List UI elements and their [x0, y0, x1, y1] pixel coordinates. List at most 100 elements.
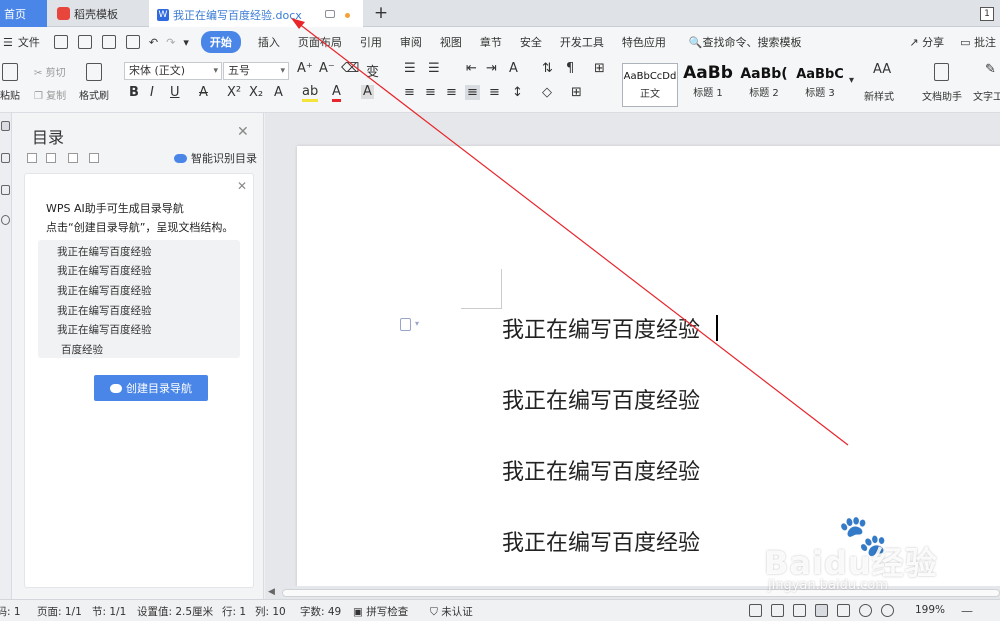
redo-icon[interactable]: ↷ — [162, 36, 179, 49]
menu-chapter[interactable]: 章节 — [471, 34, 511, 50]
strikethrough-icon[interactable]: A — [199, 85, 208, 100]
scrollbar-thumb[interactable] — [282, 589, 1000, 597]
zoom-out-icon[interactable]: — — [961, 604, 973, 618]
text-direction-icon[interactable]: A — [509, 61, 518, 76]
font-name-select[interactable]: 宋体 (正文) — [124, 62, 222, 80]
shading-icon[interactable]: ◇ — [542, 85, 552, 100]
toc-add-icon[interactable] — [68, 153, 78, 163]
nav-pages-icon[interactable] — [1, 185, 10, 195]
save-icon[interactable] — [53, 35, 68, 49]
menu-icon[interactable]: ☰ — [0, 36, 16, 49]
cut-button[interactable]: ✂ 剪切 — [34, 64, 66, 79]
bullet-list-icon[interactable]: ☰ — [404, 61, 416, 76]
status-word-count[interactable]: 字数: 49 — [300, 604, 341, 619]
align-right-icon[interactable]: ≡ — [446, 85, 457, 100]
superscript-icon[interactable]: X² — [227, 85, 241, 100]
toc-remove-icon[interactable] — [89, 153, 99, 163]
paste-icon[interactable] — [2, 63, 18, 81]
menu-review[interactable]: 审阅 — [391, 34, 431, 50]
status-col[interactable]: 列: 10 — [255, 604, 286, 619]
window-count-badge[interactable]: 1 — [980, 6, 994, 21]
text-tools-icon[interactable]: ✎ — [985, 62, 996, 77]
doc-assistant-label[interactable]: 文档助手 — [922, 88, 962, 103]
outline-view-icon[interactable] — [837, 604, 850, 617]
undo-icon[interactable]: ↶ — [145, 36, 162, 49]
menu-page-layout[interactable]: 页面布局 — [289, 34, 351, 50]
table-grid-icon[interactable]: ⊞ — [594, 61, 605, 76]
format-painter-icon[interactable] — [86, 63, 102, 81]
status-page-num[interactable]: 页码: 1 — [0, 604, 21, 619]
line-spacing-icon[interactable]: ↕ — [512, 85, 523, 100]
doc-line[interactable]: 我正在编写百度经验 — [502, 525, 700, 557]
status-section[interactable]: 节: 1/1 — [92, 604, 126, 619]
export-icon[interactable] — [125, 35, 140, 49]
paste-label[interactable]: 粘贴 — [0, 87, 20, 102]
status-pages[interactable]: 页面: 1/1 — [37, 604, 82, 619]
menu-insert[interactable]: 插入 — [249, 34, 289, 50]
style-heading2[interactable]: AaBb( 标题 2 — [736, 63, 792, 107]
status-setting[interactable]: 设置值: 2.5厘米 — [137, 604, 213, 619]
clear-format-icon[interactable]: ⌫ — [341, 61, 359, 76]
create-toc-button[interactable]: 创建目录导航 — [94, 375, 208, 401]
nav-search-icon[interactable] — [1, 215, 10, 225]
print-icon[interactable] — [101, 35, 116, 49]
copy-button[interactable]: ❐ 复制 — [34, 87, 66, 102]
menu-developer[interactable]: 开发工具 — [551, 34, 613, 50]
close-icon[interactable]: ✕ — [237, 179, 247, 193]
spell-check-button[interactable]: ▣ 拼写检查 — [353, 604, 408, 619]
new-style-icon[interactable]: AA — [873, 62, 891, 77]
align-justify-icon[interactable]: ≡ — [465, 85, 480, 100]
menu-start[interactable]: 开始 — [200, 31, 241, 53]
menu-view[interactable]: 视图 — [431, 34, 471, 50]
menu-file[interactable]: 文件 — [16, 34, 49, 50]
eye-protect-icon[interactable] — [881, 604, 894, 617]
font-color-icon[interactable]: A — [332, 85, 341, 102]
close-icon[interactable]: ✕ — [237, 124, 249, 140]
read-mode-icon[interactable] — [771, 604, 784, 617]
fullscreen-icon[interactable] — [749, 604, 762, 617]
document-page[interactable]: ▾ 我正在编写百度经验 我正在编写百度经验 我正在编写百度经验 我正在编写百度经… — [297, 146, 1000, 599]
paragraph-icon[interactable] — [400, 318, 411, 331]
style-normal[interactable]: AaBbCcDd 正文 — [622, 63, 678, 107]
smart-recognize-button[interactable]: 智能识别目录 — [174, 150, 257, 166]
style-heading3[interactable]: AaBbC 标题 3 — [792, 63, 848, 107]
doc-line[interactable]: 我正在编写百度经验 — [502, 383, 700, 415]
menu-security[interactable]: 安全 — [511, 34, 551, 50]
web-view-icon[interactable] — [859, 604, 872, 617]
underline-icon[interactable]: U — [170, 85, 180, 100]
tab-template[interactable]: 稻壳模板 — [47, 0, 147, 27]
status-row[interactable]: 行: 1 — [222, 604, 246, 619]
tab-document[interactable]: W 我正在编写百度经验.docx — [149, 0, 363, 27]
bold-icon[interactable]: B — [129, 85, 139, 100]
display-icon[interactable] — [325, 10, 335, 18]
show-marks-icon[interactable]: ¶ — [566, 61, 574, 76]
new-style-label[interactable]: 新样式 — [864, 88, 894, 103]
text-effect-icon[interactable]: A — [274, 85, 283, 100]
align-left-icon[interactable]: ≡ — [404, 85, 415, 100]
char-shading-icon[interactable]: A — [361, 85, 374, 99]
style-heading1[interactable]: AaBb 标题 1 — [680, 63, 736, 107]
menu-references[interactable]: 引用 — [351, 34, 391, 50]
toc-collapse-icon[interactable] — [27, 153, 37, 163]
tab-home[interactable]: 首页 — [0, 0, 47, 27]
doc-assistant-icon[interactable] — [934, 63, 949, 81]
command-search[interactable]: 🔍查找命令、搜索模板 — [689, 34, 802, 50]
styles-more-chevron-icon[interactable]: ▾ — [849, 75, 854, 86]
share-button[interactable]: ↗ 分享 — [909, 34, 944, 50]
subscript-icon[interactable]: X₂ — [249, 85, 263, 100]
numbered-list-icon[interactable]: ☰ — [428, 61, 440, 76]
decrease-indent-icon[interactable]: ⇤ — [466, 61, 477, 76]
annotate-button[interactable]: ▭ 批注 — [960, 34, 996, 50]
nav-toc-icon[interactable] — [1, 121, 10, 131]
nav-bookmark-icon[interactable] — [1, 153, 10, 163]
zoom-level[interactable]: 199% — [915, 604, 945, 616]
pinyin-icon[interactable]: 变 — [366, 61, 379, 80]
increase-indent-icon[interactable]: ⇥ — [486, 61, 497, 76]
auth-status[interactable]: ⛉ 未认证 — [430, 604, 473, 619]
text-tools-label[interactable]: 文字工 — [973, 88, 1000, 103]
menu-special[interactable]: 特色应用 — [613, 34, 675, 50]
print-preview-icon[interactable] — [77, 35, 92, 49]
write-mode-icon[interactable] — [793, 604, 806, 617]
shrink-font-icon[interactable]: A⁻ — [319, 61, 335, 76]
distribute-icon[interactable]: ≡ — [489, 85, 500, 100]
